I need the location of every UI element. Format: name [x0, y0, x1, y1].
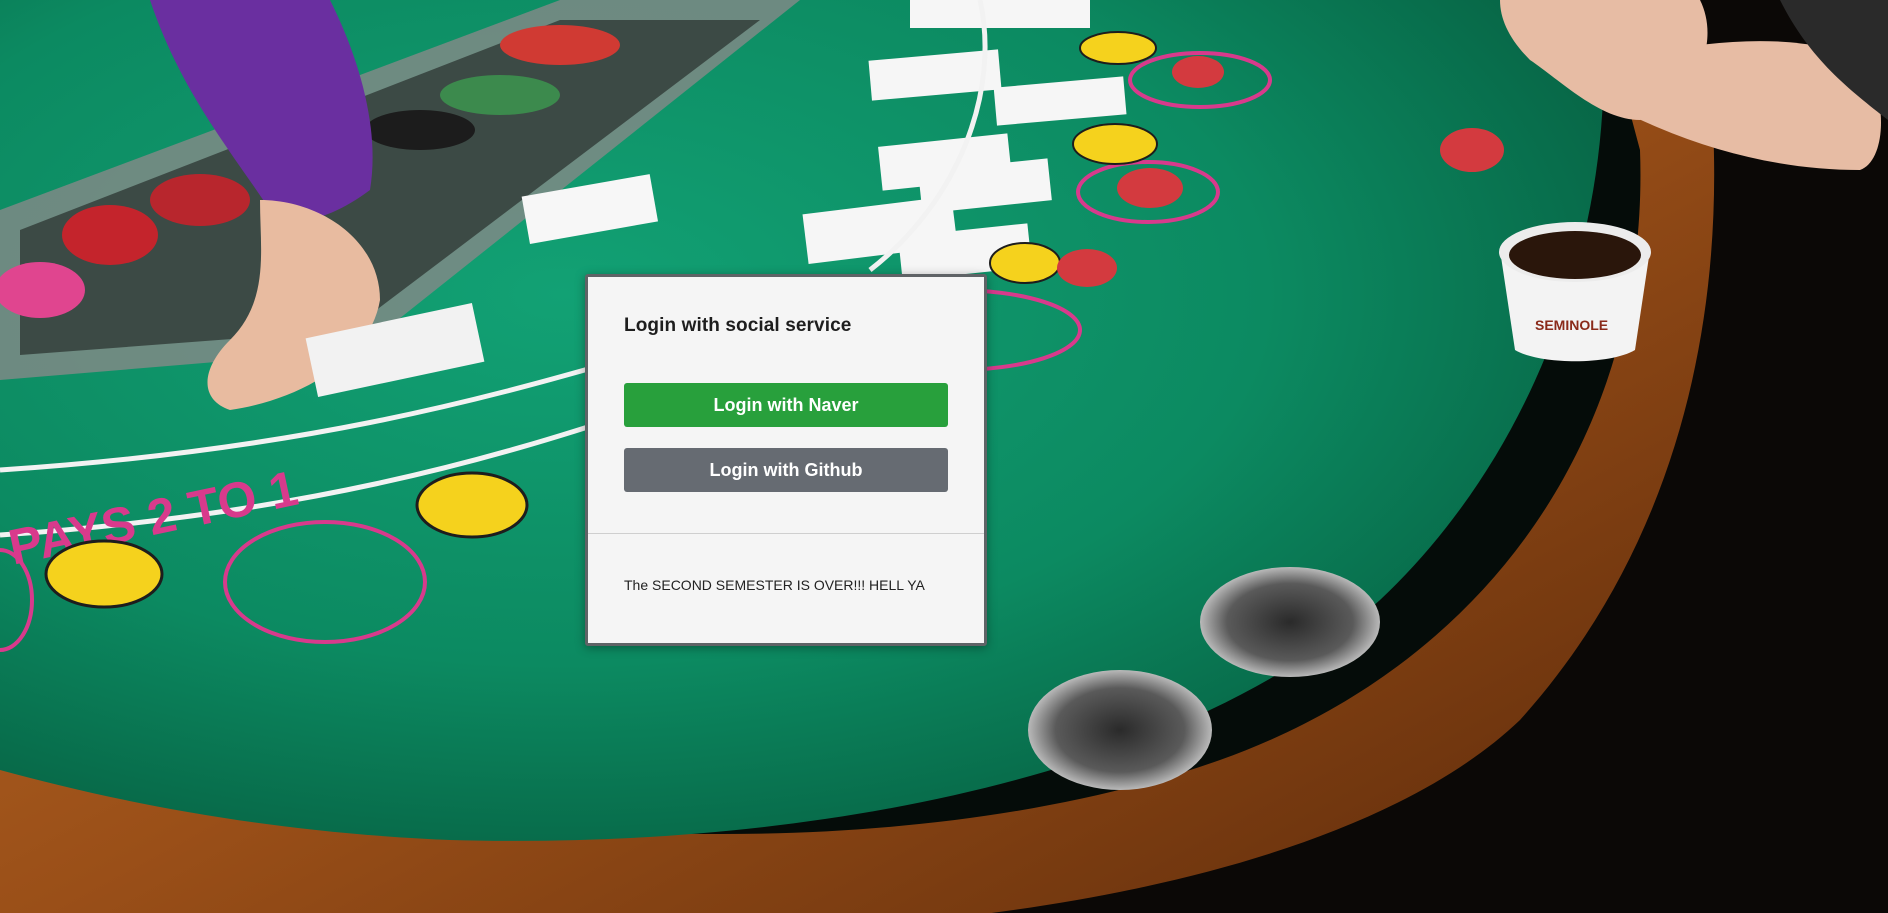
cup-label: SEMINOLE — [1535, 317, 1608, 333]
background-scene: PAYS 2 TO 1 SEMINOLE Login with social s… — [0, 0, 1888, 913]
login-modal: Login with social service Login with Nav… — [585, 274, 987, 646]
login-naver-button[interactable]: Login with Naver — [624, 383, 948, 427]
modal-message: The SECOND SEMESTER IS OVER!!! HELL YA — [624, 577, 925, 593]
modal-header: Login with social service Login with Nav… — [588, 277, 984, 533]
coffee-cup: SEMINOLE — [1499, 222, 1651, 362]
modal-divider — [588, 533, 984, 534]
modal-title: Login with social service — [624, 315, 852, 336]
login-github-button[interactable]: Login with Github — [624, 448, 948, 492]
